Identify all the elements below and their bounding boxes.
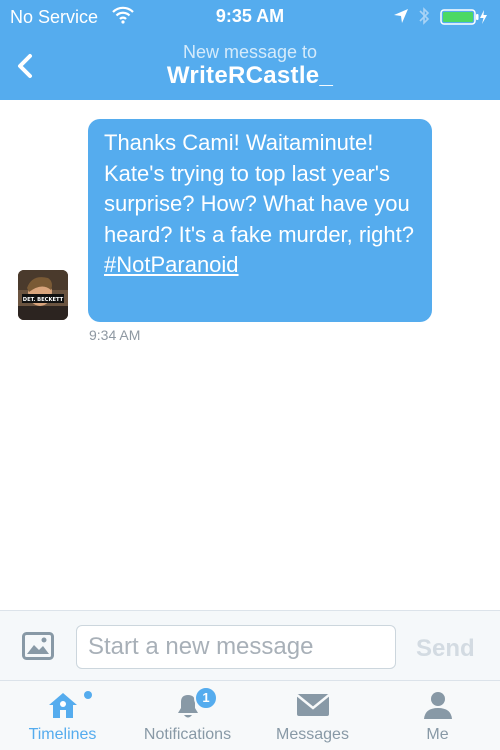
recipient-title: WriteRCastle_ xyxy=(166,62,334,89)
tab-messages[interactable]: Messages xyxy=(250,681,375,750)
send-button[interactable]: Send xyxy=(416,635,475,663)
tab-label: Notifications xyxy=(143,726,232,743)
message-bubble[interactable]: Thanks Cami! Waitaminute! Kate's trying … xyxy=(88,119,432,322)
avatar-caption: DET. BECKETT xyxy=(23,297,64,303)
header-subtitle: New message to xyxy=(182,42,318,62)
home-icon xyxy=(46,689,80,726)
message-input[interactable] xyxy=(76,625,396,669)
app-header: No Service 9:35 AM New message to WriteR… xyxy=(0,0,500,100)
location-arrow-icon xyxy=(393,8,409,29)
tab-label: Me xyxy=(426,726,449,743)
message-text: Thanks Cami! Waitaminute! Kate's trying … xyxy=(104,130,414,247)
message-timestamp: 9:34 AM xyxy=(89,327,141,343)
avatar[interactable]: DET. BECKETT xyxy=(18,270,68,320)
battery-icon xyxy=(440,8,490,31)
new-tweets-dot xyxy=(84,691,92,699)
bluetooth-icon xyxy=(418,6,430,31)
tab-me[interactable]: Me xyxy=(375,681,500,750)
person-icon xyxy=(422,689,454,726)
message-hashtag-link[interactable]: #NotParanoid xyxy=(104,252,239,277)
image-icon[interactable] xyxy=(22,632,54,665)
tab-label: Timelines xyxy=(28,726,97,743)
tab-label: Messages xyxy=(276,726,349,743)
notifications-badge: 1 xyxy=(194,686,218,710)
status-bar: No Service 9:35 AM xyxy=(0,0,500,32)
tab-bar: Timelines 1 Notifications Messages Me xyxy=(0,681,500,750)
envelope-icon xyxy=(295,689,330,724)
tab-timelines[interactable]: Timelines xyxy=(0,681,125,750)
tab-notifications[interactable]: 1 Notifications xyxy=(125,681,250,750)
message-composer: Send xyxy=(0,610,500,681)
